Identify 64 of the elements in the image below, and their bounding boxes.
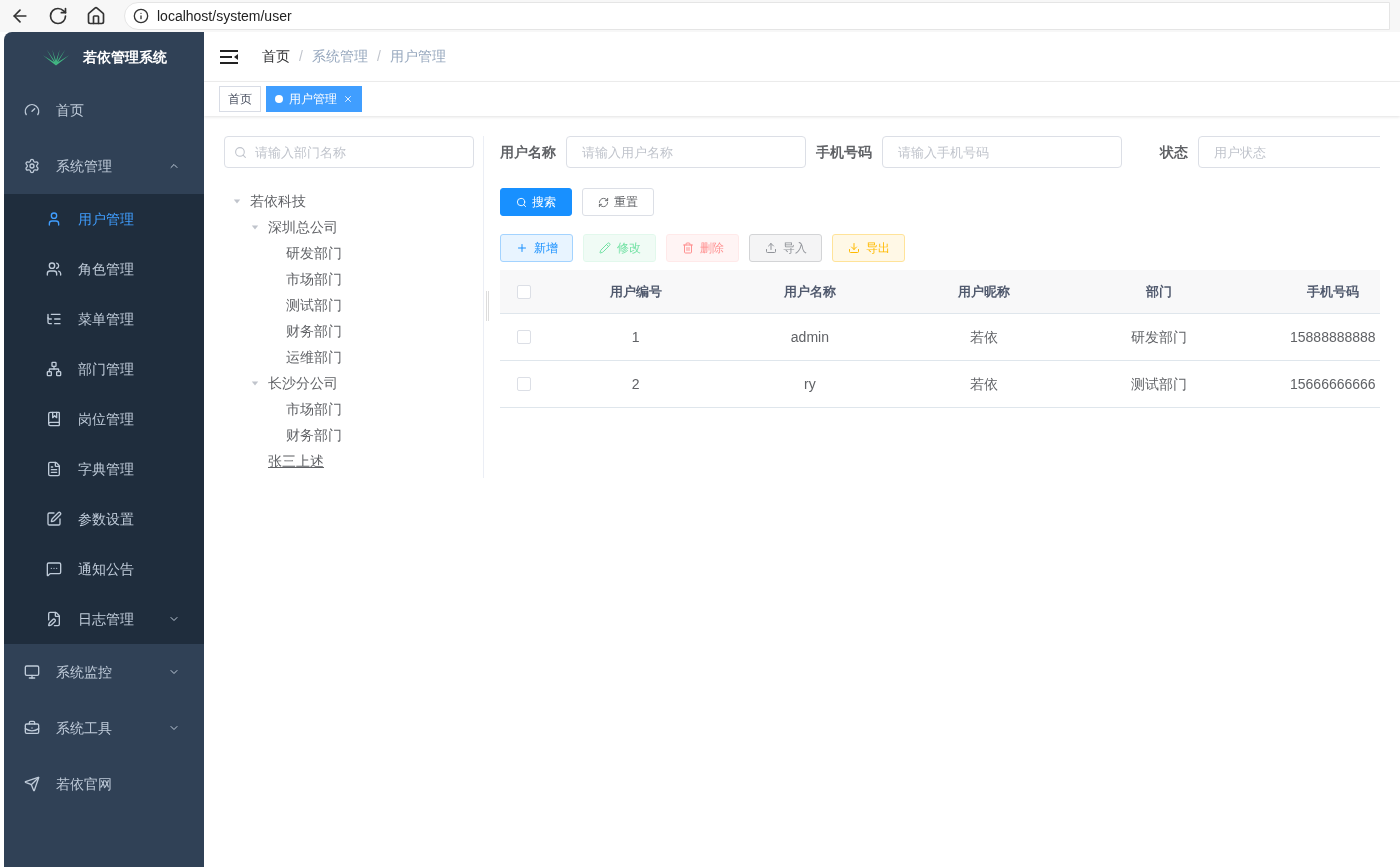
column-header: 用户昵称	[958, 282, 1011, 301]
menu-item[interactable]: 系统管理	[4, 138, 204, 194]
caret-down-icon[interactable]	[232, 196, 242, 206]
table-cell-text: 若依	[970, 374, 999, 394]
breadcrumb-separator: /	[376, 47, 381, 66]
menu-item[interactable]: 系统监控	[4, 644, 204, 700]
filter-label: 用户名称	[500, 142, 556, 162]
search-icon	[234, 146, 247, 159]
button-icon	[598, 242, 611, 254]
tree-node-label[interactable]: 财务部门	[286, 320, 342, 342]
breadcrumb-item[interactable]: 首页	[262, 46, 290, 67]
tag-tab[interactable]: 首页	[219, 86, 261, 112]
menu-item[interactable]: 系统工具	[4, 700, 204, 756]
row-checkbox[interactable]	[517, 330, 532, 344]
search-icon	[516, 196, 527, 208]
select-all-checkbox[interactable]	[517, 284, 532, 299]
column-header: 部门	[1145, 282, 1172, 301]
tree-node-label[interactable]: 运维部门	[286, 346, 342, 368]
table-cell-text: 15666666666	[1290, 374, 1376, 394]
tree-node-label[interactable]: 研发部门	[286, 242, 342, 264]
caret-down-icon[interactable]	[250, 378, 260, 388]
filter-label: 状态	[1160, 142, 1188, 162]
address-bar[interactable]: localhost/system/user	[124, 2, 1390, 30]
tree-node-label[interactable]: 长沙分公司	[268, 372, 338, 394]
home-icon[interactable]	[86, 6, 106, 26]
button-icon	[764, 242, 777, 254]
breadcrumb-separator: /	[299, 47, 303, 66]
row-checkbox[interactable]	[517, 377, 532, 391]
table-cell-text: 测试部门	[1130, 374, 1187, 394]
reload-icon[interactable]	[48, 6, 68, 26]
menu-item[interactable]: 若依官网	[4, 756, 204, 812]
button-icon	[847, 242, 860, 254]
tree-node-label[interactable]: 张三上述	[268, 450, 324, 472]
table-cell-text: admin	[790, 327, 829, 347]
tree-node-label[interactable]: 若依科技	[250, 190, 306, 212]
breadcrumb-item: 系统管理	[311, 47, 368, 66]
button-icon	[681, 242, 694, 254]
column-header: 手机号码	[1306, 282, 1359, 301]
table-cell-text: 研发部门	[1130, 327, 1187, 347]
filter-label: 手机号码	[816, 142, 872, 162]
filter-field[interactable]: 请输入用户名称	[566, 136, 806, 168]
info-icon	[133, 8, 149, 24]
table-cell-text: 15888888888	[1290, 327, 1376, 347]
query-button[interactable]: 重置	[582, 188, 654, 216]
tree-node-label[interactable]: 财务部门	[286, 424, 342, 446]
table-cell-text: ry	[804, 374, 816, 394]
breadcrumb-item: 用户管理	[389, 47, 446, 66]
refresh-icon	[598, 196, 609, 208]
filter-field[interactable]: 请输入手机号码	[882, 136, 1122, 168]
tree-node-label[interactable]: 测试部门	[286, 294, 342, 316]
tree-node-label[interactable]: 市场部门	[286, 268, 342, 290]
close-icon[interactable]	[343, 94, 353, 104]
column-header: 用户名称	[783, 282, 836, 301]
column-header: 用户编号	[609, 282, 662, 301]
caret-down-icon[interactable]	[250, 222, 260, 232]
filter-field[interactable]: 用户状态	[1198, 136, 1380, 168]
menu-item[interactable]: 首页	[4, 82, 204, 138]
button-icon	[515, 242, 528, 254]
table-cell-text: 1	[631, 327, 640, 347]
app-title: 若依管理系统	[83, 47, 167, 67]
table-cell-text: 若依	[970, 327, 999, 347]
tree-node-label[interactable]: 市场部门	[286, 398, 342, 420]
tree-node-label[interactable]: 深圳总公司	[268, 216, 338, 238]
table-cell-text: 2	[631, 374, 640, 394]
